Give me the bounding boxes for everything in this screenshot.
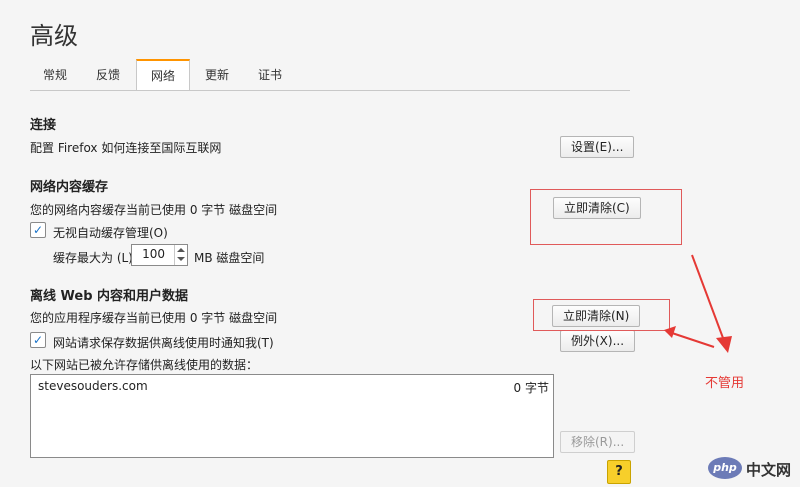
cache-limit-label: 缓存最大为 (L) [53, 251, 133, 265]
annotation-arrowhead [716, 336, 732, 353]
connection-settings-button[interactable]: 设置(E)... [560, 136, 635, 158]
override-cache-checkbox[interactable]: ✓ [30, 222, 46, 238]
annotation-arrow-line [691, 254, 727, 347]
tab-general[interactable]: 常规 [30, 60, 80, 89]
watermark-php-logo: php [708, 457, 742, 479]
stepper-up-icon[interactable] [177, 248, 185, 252]
offline-list-label: 以下网站已被允许存储供离线使用的数据： [30, 358, 259, 372]
page-title: 高级 [30, 22, 78, 50]
offline-usage-text: 您的应用程序缓存当前已使用 0 字节 磁盘空间 [30, 311, 278, 325]
cache-size-stepper[interactable]: 100 [131, 244, 188, 266]
tab-network[interactable]: 网络 [136, 59, 190, 90]
annotation-highlight-box [530, 189, 682, 245]
site-name: stevesouders.com [38, 379, 148, 393]
annotation-text: 不管用 [705, 376, 745, 391]
remove-button[interactable]: 移除(R)... [560, 431, 636, 453]
notify-offline-checkbox[interactable]: ✓ [30, 332, 46, 348]
tab-bar: 常规 反馈 网络 更新 证书 [30, 59, 630, 91]
connection-description: 配置 Firefox 如何连接至国际互联网 [30, 141, 222, 155]
watermark-text: 中文网 [746, 461, 792, 479]
offline-sites-list[interactable]: stevesouders.com 0 字节 [30, 374, 554, 458]
cache-limit-unit: MB 磁盘空间 [194, 251, 265, 265]
tab-update[interactable]: 更新 [192, 60, 242, 89]
annotation-arrowhead [664, 326, 676, 338]
cache-usage-text: 您的网络内容缓存当前已使用 0 字节 磁盘空间 [30, 203, 278, 217]
notify-offline-label: 网站请求保存数据供离线使用时通知我(T) [53, 336, 274, 350]
check-icon: ✓ [32, 333, 44, 347]
connection-heading: 连接 [30, 118, 57, 133]
list-item[interactable]: stevesouders.com 0 字节 [31, 375, 553, 395]
tab-feedback[interactable]: 反馈 [82, 60, 134, 89]
watermark-logo: php 中文网 [708, 455, 796, 483]
cache-heading: 网络内容缓存 [30, 180, 109, 195]
stepper-down-icon[interactable] [177, 257, 185, 261]
annotation-arrows [664, 254, 732, 353]
site-size: 0 字节 [513, 381, 549, 395]
tab-certificates[interactable]: 证书 [244, 60, 296, 89]
override-cache-label: 无视自动缓存管理(O) [53, 226, 168, 240]
check-icon: ✓ [32, 223, 44, 237]
help-button[interactable]: ? [607, 460, 631, 484]
offline-heading: 离线 Web 内容和用户数据 [30, 289, 189, 304]
exceptions-button[interactable]: 例外(X)... [560, 330, 636, 352]
cache-size-value: 100 [142, 247, 165, 261]
